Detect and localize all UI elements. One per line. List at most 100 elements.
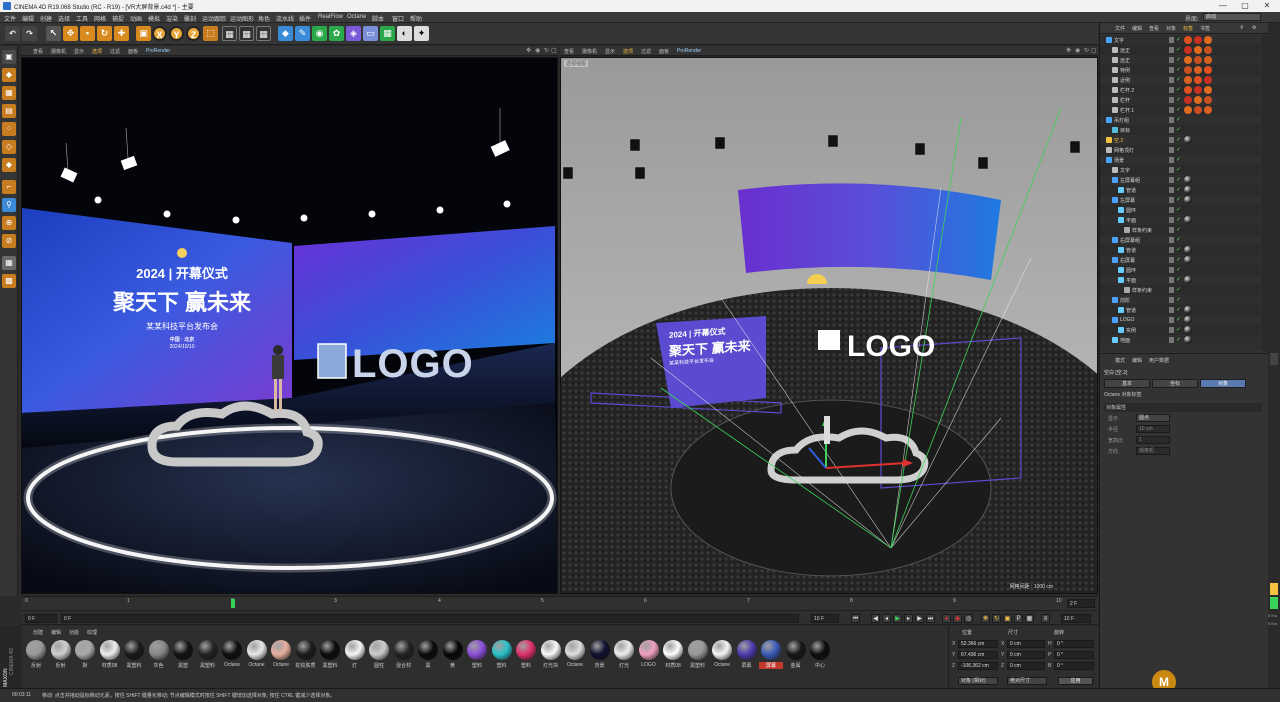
material-swatch[interactable]: 材质08 bbox=[99, 640, 121, 672]
object-row[interactable]: 网格顶灯 ✓ bbox=[1100, 145, 1260, 155]
enabled-check-icon[interactable]: ✓ bbox=[1176, 176, 1181, 183]
visibility-toggle[interactable] bbox=[1169, 97, 1174, 103]
object-row[interactable]: 特例 ✓ bbox=[1100, 65, 1260, 75]
undo-icon[interactable]: ↶ bbox=[5, 26, 20, 41]
key-position-icon[interactable]: ✥ bbox=[981, 614, 990, 623]
object-row[interactable]: 圆环 ✓ bbox=[1100, 205, 1260, 215]
enabled-check-icon[interactable]: ✓ bbox=[1176, 76, 1181, 83]
material-swatch[interactable]: 塑料 bbox=[515, 640, 537, 672]
timeline-ruler[interactable]: 0 1 2 3 4 5 6 7 8 9 10 2 F bbox=[21, 596, 1098, 610]
tag-icon[interactable] bbox=[1194, 106, 1202, 114]
material-tag-icon[interactable] bbox=[1184, 316, 1192, 324]
enabled-check-icon[interactable]: ✓ bbox=[1176, 56, 1181, 63]
enabled-check-icon[interactable]: ✓ bbox=[1176, 206, 1181, 213]
vp-menu-cameras[interactable]: 摄像机 bbox=[51, 48, 66, 55]
menu-edit[interactable]: 编辑 bbox=[22, 14, 34, 23]
play-icon[interactable]: ▶ bbox=[893, 614, 902, 623]
visibility-toggle[interactable] bbox=[1169, 317, 1174, 323]
visibility-toggle[interactable] bbox=[1169, 257, 1174, 263]
end-frame-field[interactable]: 10 F bbox=[811, 614, 839, 623]
tag-icon[interactable] bbox=[1204, 76, 1212, 84]
enabled-check-icon[interactable]: ✓ bbox=[1176, 266, 1181, 273]
enabled-check-icon[interactable]: ✓ bbox=[1176, 46, 1181, 53]
menu-plugins[interactable]: 插件 bbox=[299, 14, 311, 23]
material-swatch[interactable]: Octane bbox=[221, 640, 243, 672]
vp-menu-view[interactable]: 查看 bbox=[33, 48, 43, 55]
object-row[interactable]: 平面 ✓ bbox=[1100, 215, 1260, 225]
material-tag-icon[interactable] bbox=[1184, 196, 1192, 204]
playhead[interactable] bbox=[231, 599, 235, 608]
om-menu-objects[interactable]: 对象 bbox=[1166, 25, 1176, 32]
om-menu-tags[interactable]: 标签 bbox=[1183, 25, 1193, 32]
scale-tool-icon[interactable]: ▪ bbox=[80, 26, 95, 41]
menu-simulate[interactable]: 模拟 bbox=[148, 14, 160, 23]
visibility-toggle[interactable] bbox=[1169, 197, 1174, 203]
object-row[interactable]: 右屏幕组 ✓ bbox=[1100, 235, 1260, 245]
visibility-toggle[interactable] bbox=[1169, 217, 1174, 223]
enabled-check-icon[interactable]: ✓ bbox=[1176, 306, 1181, 313]
material-swatch[interactable]: 灰色 bbox=[148, 640, 170, 672]
enabled-check-icon[interactable]: ✓ bbox=[1176, 336, 1181, 343]
material-swatch[interactable]: LOGO bbox=[638, 640, 660, 672]
menu-sculpt[interactable]: 雕刻 bbox=[184, 14, 196, 23]
object-row[interactable]: 平面 ✓ bbox=[1100, 275, 1260, 285]
fps-field[interactable]: 10 F bbox=[1061, 614, 1091, 623]
planar-workplane-icon[interactable]: ▦ bbox=[2, 256, 16, 270]
more-tools-icon[interactable]: ▣ bbox=[136, 26, 151, 41]
material-swatch[interactable]: 屏幕 bbox=[759, 640, 783, 672]
object-row[interactable]: 管道 ✓ bbox=[1100, 185, 1260, 195]
grid-icon[interactable]: ▦ bbox=[380, 26, 395, 41]
vp2-menu-view[interactable]: 查看 bbox=[564, 48, 574, 55]
enabled-check-icon[interactable]: ✓ bbox=[1176, 156, 1181, 163]
camera-icon[interactable]: ◐ bbox=[397, 26, 412, 41]
tag-icon[interactable] bbox=[1184, 86, 1192, 94]
menu-motion-tracking[interactable]: 运动跟踪 bbox=[202, 14, 226, 23]
render-picture-viewer-icon[interactable]: ▦ bbox=[239, 26, 254, 41]
visibility-toggle[interactable] bbox=[1169, 247, 1174, 253]
tag-icon[interactable] bbox=[1194, 46, 1202, 54]
vp-rotate-icon[interactable]: ↻ bbox=[544, 47, 549, 54]
menu-mesh[interactable]: 网格 bbox=[94, 14, 106, 23]
om-menu-view[interactable]: 查看 bbox=[1149, 25, 1159, 32]
material-swatch[interactable]: Octane bbox=[711, 640, 733, 672]
prop-orientation-select[interactable]: 摄像机 bbox=[1136, 447, 1170, 455]
make-editable-icon[interactable]: ▣ bbox=[2, 50, 16, 64]
object-row[interactable]: 栏杆.2 ✓ bbox=[1100, 85, 1260, 95]
material-swatch[interactable]: 金属 bbox=[785, 640, 807, 672]
material-swatch[interactable]: 混合材 bbox=[393, 640, 415, 672]
enabled-check-icon[interactable]: ✓ bbox=[1176, 186, 1181, 193]
enabled-check-icon[interactable]: ✓ bbox=[1176, 236, 1181, 243]
object-row[interactable]: 前阶 ✓ bbox=[1100, 295, 1260, 305]
tag-icon[interactable] bbox=[1204, 106, 1212, 114]
material-swatch[interactable]: 黄 bbox=[442, 640, 464, 672]
material-swatch[interactable]: 屏幕 bbox=[736, 640, 758, 672]
rot-h-field[interactable]: 0 ° bbox=[1054, 640, 1094, 648]
material-swatch[interactable]: 黑塑料 bbox=[319, 640, 341, 672]
material-swatch[interactable]: 黑塑料 bbox=[687, 640, 709, 672]
tweak-mode-icon[interactable]: ⚲ bbox=[2, 198, 16, 212]
material-tag-icon[interactable] bbox=[1184, 186, 1192, 194]
om-menu-file[interactable]: 文件 bbox=[1115, 25, 1125, 32]
material-swatch[interactable]: Octane bbox=[564, 640, 586, 672]
prop-radius-field[interactable]: 10 cm bbox=[1136, 425, 1170, 433]
texture-mode-icon[interactable]: ▦ bbox=[2, 86, 16, 100]
coordinate-system-icon[interactable]: ⬚ bbox=[203, 26, 218, 41]
object-row[interactable]: 管道 ✓ bbox=[1100, 245, 1260, 255]
material-tag-icon[interactable] bbox=[1184, 276, 1192, 284]
object-row[interactable]: 栏杆.1 ✓ bbox=[1100, 105, 1260, 115]
tag-icon[interactable] bbox=[1194, 76, 1202, 84]
vp-menu-filter[interactable]: 过滤 bbox=[110, 48, 120, 55]
material-swatch[interactable]: Octane bbox=[270, 640, 292, 672]
size-y-field[interactable]: 0 cm bbox=[1007, 651, 1045, 659]
vp2-menu-options[interactable]: 选项 bbox=[623, 48, 633, 55]
tag-icon[interactable] bbox=[1204, 56, 1212, 64]
vp-move-icon[interactable]: ✥ bbox=[526, 47, 531, 54]
object-row[interactable]: 远正 ✓ bbox=[1100, 45, 1260, 55]
move-tool-icon[interactable]: ✥ bbox=[63, 26, 78, 41]
pos-y-field[interactable]: 67.436 cm bbox=[958, 651, 998, 659]
tag-icon[interactable] bbox=[1194, 66, 1202, 74]
visibility-toggle[interactable] bbox=[1169, 57, 1174, 63]
om-menu-edit[interactable]: 编辑 bbox=[1132, 25, 1142, 32]
material-swatch[interactable]: 塑料 bbox=[466, 640, 488, 672]
coord-mode-select[interactable]: 对象 (相对) bbox=[958, 677, 998, 685]
